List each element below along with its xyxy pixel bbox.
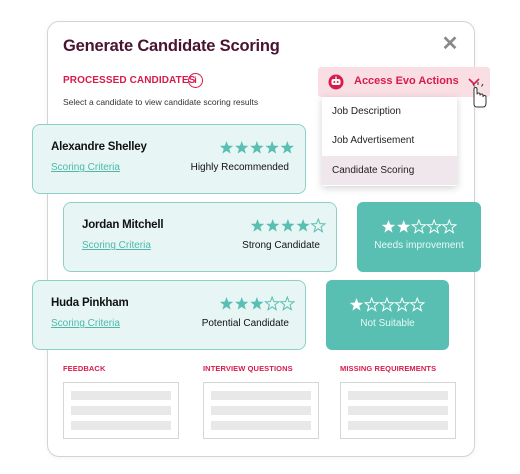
- star-filled-icon: [250, 297, 264, 310]
- star-filled-icon: [235, 297, 249, 310]
- placeholder-line: [71, 391, 171, 400]
- star-filled-icon: [219, 141, 234, 154]
- dialog-subtitle: Select a candidate to view candidate sco…: [63, 97, 259, 107]
- star-empty-icon: [264, 296, 281, 311]
- star-empty-icon: [394, 297, 411, 312]
- placeholder-line: [348, 421, 448, 430]
- star-empty-icon: [378, 297, 395, 312]
- evo-actions-label: Access Evo Actions: [354, 75, 459, 87]
- scoring-criteria-link[interactable]: Scoring Criteria: [82, 240, 151, 251]
- hand-cursor-icon: [472, 82, 487, 108]
- rating-badge-needs-improvement: Needs improvement: [357, 202, 481, 272]
- placeholder-line: [211, 421, 311, 430]
- interview-questions-panel[interactable]: [203, 382, 319, 439]
- placeholder-line: [71, 421, 171, 430]
- star-rating: [219, 141, 294, 154]
- section-label-feedback: FEEDBACK: [63, 364, 106, 373]
- badge-label: Needs improvement: [374, 240, 464, 251]
- star-empty-icon: [310, 218, 326, 233]
- placeholder-line: [71, 406, 171, 415]
- feedback-panel[interactable]: [63, 382, 179, 439]
- star-empty-icon: [363, 297, 380, 312]
- candidate-status: Highly Recommended: [190, 162, 289, 173]
- dialog-title: Generate Candidate Scoring: [63, 37, 280, 55]
- star-filled-icon: [250, 141, 264, 154]
- star-filled-icon: [381, 220, 396, 233]
- candidate-name: Jordan Mitchell: [82, 219, 164, 231]
- menu-item-job-advertisement[interactable]: Job Advertisement: [322, 126, 457, 155]
- star-rating: [219, 296, 295, 311]
- candidate-card[interactable]: Huda Pinkham Scoring Criteria Potential …: [32, 280, 306, 350]
- placeholder-line: [348, 406, 448, 415]
- star-empty-icon: [410, 219, 427, 234]
- missing-requirements-panel[interactable]: [340, 382, 456, 439]
- star-filled-icon: [266, 219, 280, 232]
- star-filled-icon: [265, 141, 279, 154]
- star-filled-icon: [235, 141, 249, 154]
- menu-item-job-description[interactable]: Job Description: [322, 97, 457, 126]
- candidate-status: Potential Candidate: [201, 318, 289, 329]
- star-rating: [381, 219, 457, 234]
- candidate-name: Huda Pinkham: [51, 297, 129, 309]
- section-label-missing-requirements: MISSING REQUIREMENTS: [340, 364, 437, 373]
- candidate-card[interactable]: Jordan Mitchell Scoring Criteria Strong …: [63, 202, 337, 272]
- star-filled-icon: [281, 219, 295, 232]
- star-empty-icon: [279, 296, 295, 311]
- star-empty-icon: [409, 297, 425, 312]
- close-icon[interactable]: ✕: [440, 34, 460, 54]
- section-label-interview-questions: INTERVIEW QUESTIONS: [203, 364, 293, 373]
- star-empty-icon: [441, 219, 457, 234]
- scoring-criteria-link[interactable]: Scoring Criteria: [51, 162, 120, 173]
- scoring-criteria-link[interactable]: Scoring Criteria: [51, 318, 120, 329]
- placeholder-line: [211, 406, 311, 415]
- star-rating: [250, 218, 326, 233]
- candidate-name: Alexandre Shelley: [51, 141, 147, 153]
- info-icon[interactable]: i: [188, 73, 203, 88]
- candidate-card[interactable]: Alexandre Shelley Scoring Criteria Highl…: [32, 124, 306, 194]
- star-filled-icon: [219, 297, 234, 310]
- menu-item-candidate-scoring[interactable]: Candidate Scoring: [322, 156, 457, 185]
- evo-actions-menu: Job Description Job Advertisement Candid…: [322, 97, 457, 186]
- star-filled-icon: [296, 219, 310, 232]
- star-filled-icon: [349, 298, 364, 311]
- badge-label: Not Suitable: [360, 318, 415, 329]
- star-filled-icon: [397, 220, 411, 233]
- processed-candidates-label: PROCESSED CANDIDATES: [63, 75, 196, 86]
- star-filled-icon: [280, 141, 294, 154]
- rating-badge-not-suitable: Not Suitable: [326, 280, 449, 350]
- star-filled-icon: [250, 219, 265, 232]
- star-empty-icon: [426, 219, 443, 234]
- evo-bot-icon: [328, 74, 344, 90]
- star-rating: [349, 297, 425, 312]
- placeholder-line: [211, 391, 311, 400]
- candidate-status: Strong Candidate: [242, 240, 320, 251]
- placeholder-line: [348, 391, 448, 400]
